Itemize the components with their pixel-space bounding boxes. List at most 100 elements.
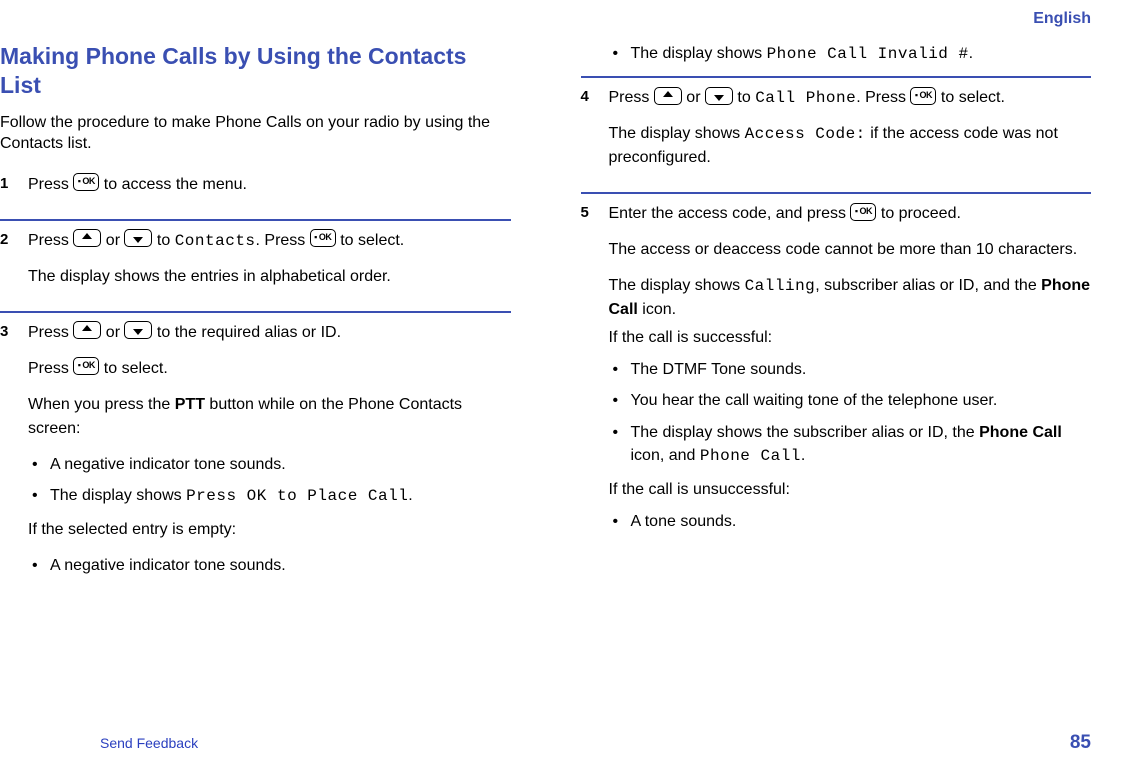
text: to select. <box>99 360 167 377</box>
text: . <box>801 447 805 464</box>
list-item: A tone sounds. <box>609 510 1092 533</box>
step-4-line1: Press or to Call Phone. Press ▪ OK to se… <box>609 86 1092 110</box>
page-title: Making Phone Calls by Using the Contacts… <box>0 42 511 100</box>
intro-text: Follow the procedure to make Phone Calls… <box>0 112 511 155</box>
content-columns: Making Phone Calls by Using the Contacts… <box>0 28 1101 591</box>
display-text: Press OK to Place Call <box>186 487 408 505</box>
step-number: 4 <box>581 86 609 105</box>
ok-button-icon: ▪ OK <box>73 357 99 375</box>
down-button-icon <box>705 87 733 105</box>
page-number: 85 <box>1070 732 1091 754</box>
text: Enter the access code, and press <box>609 205 851 222</box>
text: Press <box>609 89 654 106</box>
text: or <box>682 89 705 106</box>
step-3-list-b: A negative indicator tone sounds. <box>28 554 511 577</box>
step-3-list-a: A negative indicator tone sounds. The di… <box>28 453 511 508</box>
step-4: 4 Press or to Call Phone. Press ▪ OK to … <box>581 86 1092 182</box>
step-5-p4: If the call is successful: <box>609 326 1092 350</box>
text: to <box>733 89 755 106</box>
step-2-line1: Press or to Contacts. Press ▪ OK to sele… <box>28 229 511 253</box>
menu-item: Call Phone <box>755 89 856 107</box>
step-number: 5 <box>581 202 609 221</box>
down-button-icon <box>124 321 152 339</box>
up-button-icon <box>73 321 101 339</box>
step-divider <box>0 219 511 221</box>
text: Press <box>28 360 73 377</box>
left-column: Making Phone Calls by Using the Contacts… <box>0 42 521 591</box>
step-number: 2 <box>0 229 28 248</box>
menu-item: Contacts <box>175 232 256 250</box>
display-text: Phone Call Invalid # <box>767 45 969 63</box>
text: icon. <box>638 301 676 318</box>
text: . Press <box>856 89 910 106</box>
step-5-list-fail: A tone sounds. <box>609 510 1092 533</box>
text: to the required alias or ID. <box>152 324 341 341</box>
step-3-list-c: The display shows Phone Call Invalid #. <box>609 42 1092 66</box>
step-5-p5: If the call is unsuccessful: <box>609 478 1092 502</box>
step-1-text: Press ▪ OK to access the menu. <box>28 173 511 197</box>
step-divider <box>581 76 1092 78</box>
step-2-note: The display shows the entries in alphabe… <box>28 265 511 289</box>
text: icon, and <box>631 447 700 464</box>
step-1: 1 Press ▪ OK to access the menu. <box>0 173 511 209</box>
text: When you press the <box>28 396 175 413</box>
text: to access the menu. <box>99 176 247 193</box>
step-3: 3 Press or to the required alias or ID. … <box>0 321 511 588</box>
text: , subscriber alias or ID, and the <box>815 277 1041 294</box>
text: The display shows <box>609 125 745 142</box>
down-button-icon <box>124 229 152 247</box>
step-3-line1: Press or to the required alias or ID. <box>28 321 511 345</box>
display-text: Phone Call <box>700 447 801 465</box>
send-feedback-link[interactable]: Send Feedback <box>100 735 198 751</box>
list-item: The DTMF Tone sounds. <box>609 358 1092 381</box>
list-item: The display shows the subscriber alias o… <box>609 421 1092 468</box>
step-2: 2 Press or to Contacts. Press ▪ OK to se… <box>0 229 511 301</box>
page: English Making Phone Calls by Using the … <box>0 0 1131 762</box>
text: or <box>101 324 124 341</box>
step-3-ptt: When you press the PTT button while on t… <box>28 393 511 441</box>
display-text: Calling <box>745 277 816 295</box>
ok-button-icon: ▪ OK <box>910 87 936 105</box>
ptt-label: PTT <box>175 396 205 413</box>
ok-button-icon: ▪ OK <box>73 173 99 191</box>
text: . Press <box>256 232 310 249</box>
page-footer: Send Feedback 85 <box>0 732 1131 754</box>
step-5-p3: The display shows Calling, subscriber al… <box>609 274 1092 322</box>
step-divider <box>0 311 511 313</box>
step-4-note: The display shows Access Code: if the ac… <box>609 122 1092 170</box>
text: or <box>101 232 124 249</box>
list-item: A negative indicator tone sounds. <box>28 453 511 476</box>
step-number: 3 <box>0 321 28 340</box>
language-header: English <box>0 10 1101 28</box>
text: The display shows <box>50 487 186 504</box>
list-item: You hear the call waiting tone of the te… <box>609 389 1092 412</box>
step-5-p2: The access or deaccess code cannot be mo… <box>609 238 1092 262</box>
text: Press <box>28 324 73 341</box>
step-5-list-success: The DTMF Tone sounds. You hear the call … <box>609 358 1092 468</box>
list-item: The display shows Phone Call Invalid #. <box>609 42 1092 66</box>
up-button-icon <box>73 229 101 247</box>
ok-button-icon: ▪ OK <box>310 229 336 247</box>
step-3-empty: If the selected entry is empty: <box>28 518 511 542</box>
step-5: 5 Enter the access code, and press ▪ OK … <box>581 202 1092 543</box>
text: Press <box>28 176 73 193</box>
right-column: The display shows Phone Call Invalid # . … <box>571 42 1102 591</box>
text: The display shows <box>609 277 745 294</box>
step-number: 1 <box>0 173 28 192</box>
up-button-icon <box>654 87 682 105</box>
text: . <box>408 487 412 504</box>
text: . <box>969 45 973 62</box>
step-divider <box>581 192 1092 194</box>
step-3-line2: Press ▪ OK to select. <box>28 357 511 381</box>
text: Press <box>28 232 73 249</box>
list-item: A negative indicator tone sounds. <box>28 554 511 577</box>
text: to <box>152 232 174 249</box>
text: The display shows <box>631 45 767 62</box>
text: to select. <box>936 89 1004 106</box>
text: to select. <box>336 232 404 249</box>
step-5-line1: Enter the access code, and press ▪ OK to… <box>609 202 1092 226</box>
ok-button-icon: ▪ OK <box>850 203 876 221</box>
phone-call-label: Phone Call <box>979 424 1062 441</box>
display-text: Access Code: <box>745 125 866 143</box>
text: to proceed. <box>876 205 961 222</box>
